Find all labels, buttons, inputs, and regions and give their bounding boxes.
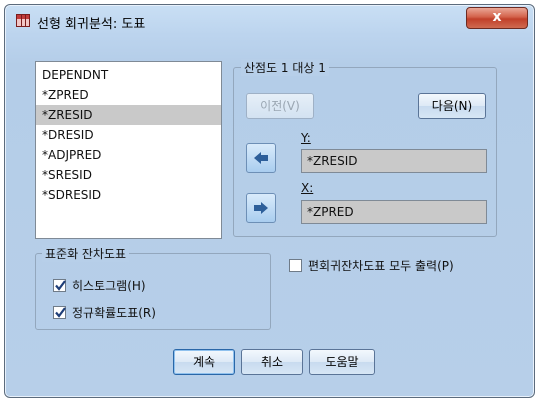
list-item[interactable]: DEPENDNT: [36, 65, 221, 85]
checkbox-box[interactable]: [53, 306, 66, 319]
window-title: 선형 회귀분석: 도표: [37, 17, 146, 32]
list-item[interactable]: *ZPRED: [36, 85, 221, 105]
std-resid-group-label: 표준화 잔차도표: [42, 245, 130, 262]
variable-list[interactable]: DEPENDNT *ZPRED *ZRESID *DRESID *ADJPRED…: [35, 61, 222, 239]
move-to-x-button[interactable]: [246, 193, 276, 223]
y-axis-field[interactable]: *ZRESID: [301, 149, 487, 173]
previous-button[interactable]: 이전(V): [246, 93, 314, 119]
partial-plots-label: 편회귀잔차도표 모두 출력(P): [308, 259, 454, 273]
normal-prob-checkbox[interactable]: 정규확률도표(R): [53, 304, 156, 321]
checkbox-box[interactable]: [53, 279, 66, 292]
x-axis-label: X:: [301, 181, 314, 195]
list-item[interactable]: *SRESID: [36, 165, 221, 185]
histogram-checkbox[interactable]: 히스토그램(H): [53, 277, 146, 294]
cancel-button[interactable]: 취소: [241, 349, 303, 375]
list-item[interactable]: *ADJPRED: [36, 145, 221, 165]
app-icon: [16, 14, 30, 27]
title-bar[interactable]: 선형 회귀분석: 도표 x: [5, 5, 534, 37]
move-to-y-button[interactable]: [246, 143, 276, 173]
list-item-selected[interactable]: *ZRESID: [36, 105, 221, 125]
checkmark-icon: [55, 307, 66, 318]
x-axis-field[interactable]: *ZPRED: [301, 200, 487, 224]
close-button[interactable]: x: [466, 7, 528, 29]
list-item[interactable]: *SDRESID: [36, 185, 221, 205]
checkmark-icon: [55, 280, 66, 291]
dialog-window: 선형 회귀분석: 도표 x DEPENDNT *ZPRED *ZRESID *D…: [4, 4, 535, 398]
scatter-group-label: 산점도 1 대상 1: [241, 59, 329, 76]
checkbox-box[interactable]: [289, 259, 302, 272]
normal-prob-label: 정규확률도표(R): [72, 306, 156, 320]
continue-button[interactable]: 계속: [173, 349, 235, 375]
help-button[interactable]: 도움말: [309, 349, 375, 375]
histogram-label: 히스토그램(H): [72, 279, 146, 293]
next-button[interactable]: 다음(N): [418, 93, 486, 119]
y-axis-label: Y:: [301, 131, 311, 145]
partial-plots-checkbox[interactable]: 편회귀잔차도표 모두 출력(P): [289, 257, 454, 274]
list-item[interactable]: *DRESID: [36, 125, 221, 145]
